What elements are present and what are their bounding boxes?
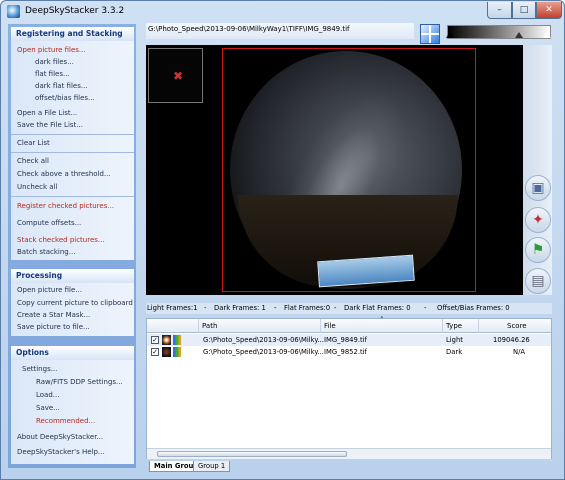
open-picture-file-link[interactable]: Open picture file...	[17, 286, 82, 294]
cell-path: G:\Photo_Speed\2013-09-06\Milky...	[203, 336, 324, 344]
settings-link[interactable]: Settings...	[22, 365, 57, 373]
processing-group-title[interactable]: Processing	[11, 269, 134, 283]
about-link[interactable]: About DeepSkyStacker...	[17, 433, 103, 441]
table-row[interactable]: ✓ G:\Photo_Speed\2013-09-06\Milky... IMG…	[147, 334, 551, 346]
tab-group-1[interactable]: Group 1	[193, 461, 231, 472]
open-file-list-link[interactable]: Open a File List...	[17, 109, 77, 117]
column-header-check[interactable]	[147, 319, 199, 333]
copy-picture-link[interactable]: Copy current picture to clipboard	[17, 299, 133, 307]
separator: -	[424, 304, 427, 312]
help-link[interactable]: DeepSkyStacker's Help...	[17, 448, 105, 456]
image-viewer[interactable]: ✖	[146, 45, 523, 295]
color-channels-icon	[173, 347, 181, 357]
app-icon	[7, 5, 20, 18]
check-above-threshold-link[interactable]: Check above a threshold...	[17, 170, 111, 178]
frames-summary-bar: Light Frames:1 - Dark Frames: 1 - Flat F…	[146, 303, 552, 314]
flat-files-link[interactable]: flat files...	[35, 70, 70, 78]
table-header: Path File ˄ Type Score	[147, 316, 551, 333]
offset-bias-frames-count: Offset/Bias Frames: 0	[437, 304, 510, 312]
file-list-table[interactable]: Path File ˄ Type Score ✓ G:\Photo_Speed\…	[146, 316, 552, 459]
dark-frames-count: Dark Frames: 1	[214, 304, 266, 312]
sort-indicator-icon: ˄	[380, 316, 384, 324]
divider	[11, 134, 134, 135]
separator: -	[334, 304, 337, 312]
flat-frames-count: Flat Frames:0	[284, 304, 331, 312]
column-header-path[interactable]: Path	[199, 319, 321, 333]
processing-group-body: Open picture file... Copy current pictur…	[11, 283, 134, 336]
horizontal-scrollbar[interactable]	[147, 448, 551, 459]
cell-score: N/A	[513, 348, 526, 356]
scrollbar-thumb[interactable]	[157, 451, 347, 457]
load-settings-link[interactable]: Load...	[36, 391, 59, 399]
window-title: DeepSkyStacker 3.3.2	[25, 6, 125, 16]
dark-files-link[interactable]: dark files...	[35, 58, 74, 66]
clear-list-link[interactable]: Clear List	[17, 139, 50, 147]
close-button[interactable]: ✕	[536, 2, 562, 19]
divider	[11, 152, 134, 153]
divider	[11, 196, 134, 197]
gradient-adjust-icon[interactable]	[420, 24, 440, 44]
title-bar: DeepSkyStacker 3.3.2 – □ ✕	[1, 1, 564, 23]
cell-type: Dark	[446, 348, 463, 356]
save-tool-icon[interactable]: ▤	[525, 268, 551, 294]
column-header-score[interactable]: Score	[479, 319, 551, 333]
options-group-title[interactable]: Options	[11, 346, 134, 360]
dark-frame-icon	[162, 347, 171, 357]
cell-path: G:\Photo_Speed\2013-09-06\Milky...	[203, 348, 324, 356]
thumbnail-marker-icon: ✖	[173, 69, 184, 83]
table-row[interactable]: ✓ G:\Photo_Speed\2013-09-06\Milky... IMG…	[147, 346, 551, 358]
left-task-panel: Registering and Stacking Open picture fi…	[8, 24, 136, 468]
maximize-button[interactable]: □	[512, 2, 536, 19]
edit-stars-tool-icon[interactable]: ▣	[525, 175, 551, 201]
batch-stacking-link[interactable]: Batch stacking...	[17, 248, 75, 256]
registering-group: Registering and Stacking Open picture fi…	[11, 27, 134, 260]
color-channels-icon	[173, 335, 181, 345]
stack-checked-link[interactable]: Stack checked pictures...	[17, 236, 105, 244]
dark-flat-frames-count: Dark Flat Frames: 0	[344, 304, 411, 312]
create-star-mask-link[interactable]: Create a Star Mask...	[17, 311, 90, 319]
mid-point-handle[interactable]	[515, 32, 523, 38]
edit-comet-tool-icon[interactable]: ✦	[525, 207, 551, 233]
separator: -	[204, 304, 207, 312]
light-frames-count: Light Frames:1	[147, 304, 198, 312]
compute-offsets-link[interactable]: Compute offsets...	[17, 219, 81, 227]
open-pictures-link[interactable]: Open picture files...	[17, 46, 86, 54]
processing-group: Processing Open picture file... Copy cur…	[11, 269, 134, 336]
image-thumbnail[interactable]: ✖	[148, 48, 203, 103]
registering-group-title[interactable]: Registering and Stacking	[11, 27, 134, 41]
light-frame-icon	[162, 335, 171, 345]
check-all-link[interactable]: Check all	[17, 157, 49, 165]
current-file-path: G:\Photo_Speed\2013-09-06\MilkyWay1\TIFF…	[146, 23, 414, 39]
row-checkbox[interactable]: ✓	[151, 336, 159, 344]
black-point-handle[interactable]	[446, 32, 454, 38]
histogram-levels-bar[interactable]	[447, 25, 551, 39]
row-checkbox[interactable]: ✓	[151, 348, 159, 356]
select-tool-icon[interactable]: ⚑	[525, 237, 551, 263]
cell-file: IMG_9849.tif	[324, 336, 367, 344]
cell-type: Light	[446, 336, 463, 344]
minimize-button[interactable]: –	[487, 2, 512, 19]
raw-fits-settings-link[interactable]: Raw/FITS DDP Settings...	[36, 378, 123, 386]
group-tabs: Main Group Group 1	[146, 461, 552, 472]
save-picture-link[interactable]: Save picture to file...	[17, 323, 90, 331]
white-point-handle[interactable]	[543, 32, 551, 38]
separator: -	[274, 304, 277, 312]
recommended-link[interactable]: Recommended...	[36, 417, 95, 425]
options-group: Options Settings... Raw/FITS DDP Setting…	[11, 346, 134, 464]
register-checked-link[interactable]: Register checked pictures...	[17, 202, 114, 210]
cell-file: IMG_9852.tif	[324, 348, 367, 356]
save-file-list-link[interactable]: Save the File List...	[17, 121, 83, 129]
selection-rectangle[interactable]	[222, 48, 476, 292]
save-settings-link[interactable]: Save...	[36, 404, 60, 412]
registering-group-body: Open picture files... dark files... flat…	[11, 41, 134, 260]
offset-bias-files-link[interactable]: offset/bias files...	[35, 94, 95, 102]
dark-flat-files-link[interactable]: dark flat files...	[35, 82, 88, 90]
column-header-type[interactable]: Type	[443, 319, 479, 333]
options-group-body: Settings... Raw/FITS DDP Settings... Loa…	[11, 360, 134, 464]
uncheck-all-link[interactable]: Uncheck all	[17, 183, 57, 191]
cell-score: 109046.26	[493, 336, 530, 344]
